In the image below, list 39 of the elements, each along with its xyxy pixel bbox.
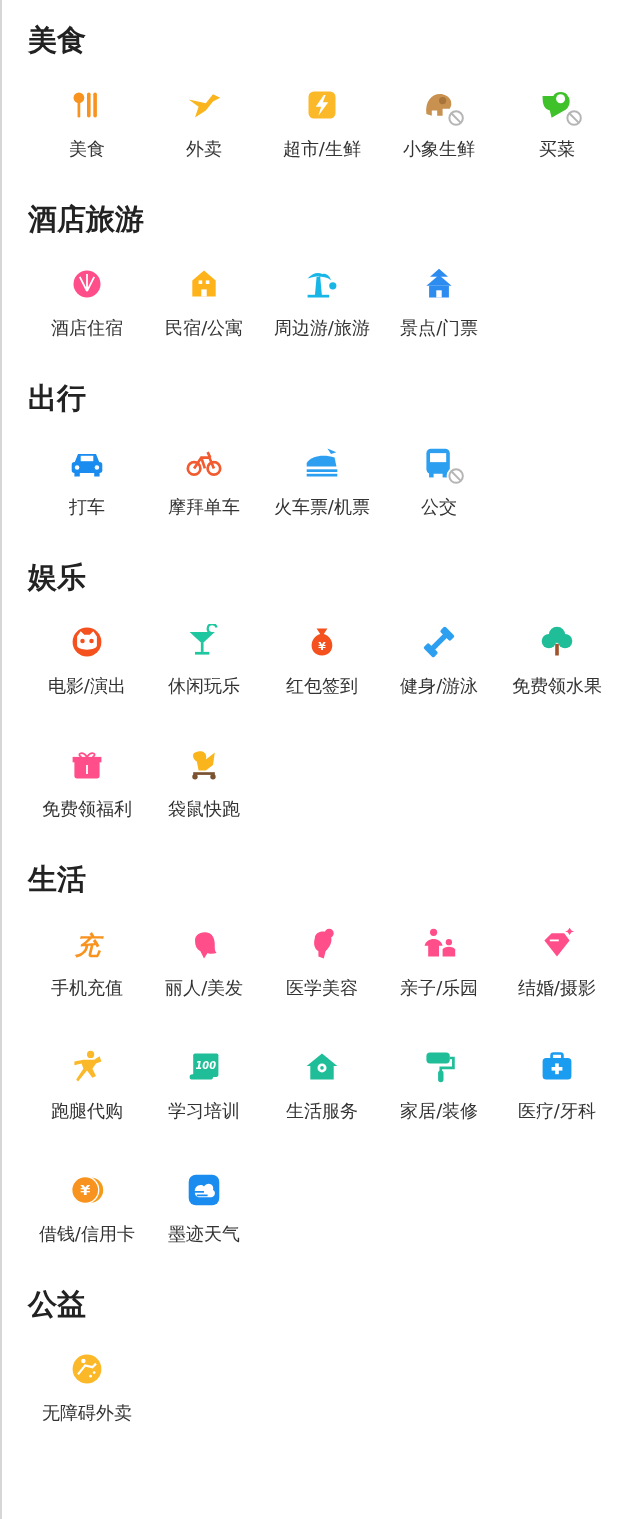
section-heading: 娱乐: [28, 559, 87, 596]
section-heading: 美食: [28, 22, 87, 59]
service-label[interactable]: 休闲玩乐: [168, 674, 241, 698]
service-label[interactable]: 公交: [421, 495, 458, 519]
service-label[interactable]: 跑腿代购: [50, 1099, 123, 1123]
service-label[interactable]: 红包签到: [285, 674, 358, 698]
service-label[interactable]: 买菜: [538, 137, 575, 161]
service-label[interactable]: 免费领福利: [41, 797, 132, 821]
service-label[interactable]: 健身/游泳: [400, 674, 479, 698]
service-label[interactable]: 民宿/公寓: [165, 316, 244, 340]
service-label[interactable]: 火车票/机票: [273, 495, 370, 519]
service-label[interactable]: 超市/生鲜: [282, 137, 361, 161]
service-label[interactable]: 景点/门票: [400, 316, 479, 340]
service-label[interactable]: 手机充值: [50, 976, 123, 1000]
service-label[interactable]: 小象生鲜: [403, 137, 476, 161]
section-heading: 出行: [28, 380, 87, 417]
section-heading: 公益: [28, 1286, 87, 1323]
service-label[interactable]: 外卖: [186, 137, 223, 161]
service-label[interactable]: 电影/演出: [47, 674, 126, 698]
service-label[interactable]: 学习培训: [168, 1099, 241, 1123]
service-label[interactable]: 美食: [68, 137, 105, 161]
service-label[interactable]: 医学美容: [285, 976, 358, 1000]
service-label[interactable]: 亲子/乐园: [400, 976, 479, 1000]
section-heading: 酒店旅游: [28, 201, 145, 238]
service-label[interactable]: 生活服务: [285, 1099, 358, 1123]
service-label[interactable]: 酒店住宿: [50, 316, 123, 340]
service-label[interactable]: 借钱/信用卡: [38, 1222, 135, 1246]
service-label[interactable]: 丽人/美发: [165, 976, 244, 1000]
service-label[interactable]: 墨迹天气: [168, 1222, 241, 1246]
service-label[interactable]: 打车: [68, 495, 105, 519]
service-label[interactable]: 无障碍外卖: [41, 1401, 132, 1425]
service-label[interactable]: 免费领水果: [511, 674, 602, 698]
service-label[interactable]: 家居/装修: [400, 1099, 479, 1123]
service-label[interactable]: 袋鼠快跑: [168, 797, 241, 821]
service-label[interactable]: 摩拜单车: [168, 495, 241, 519]
section-heading: 生活: [28, 861, 87, 898]
service-label[interactable]: 医疗/牙科: [517, 1099, 596, 1123]
service-label[interactable]: 结婚/摄影: [517, 976, 596, 1000]
service-label[interactable]: 周边游/旅游: [273, 316, 370, 340]
